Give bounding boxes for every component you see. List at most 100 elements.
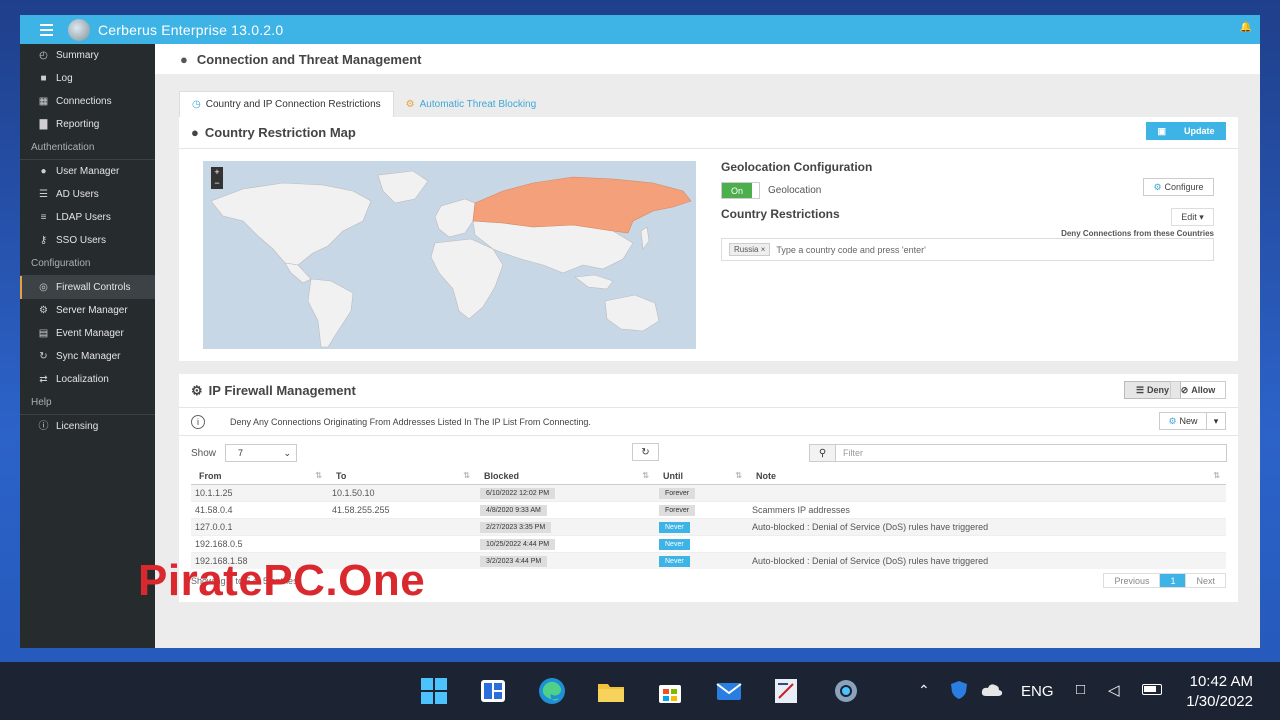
sidebar-heading-configuration: Configuration	[20, 252, 155, 276]
sidebar-item-sync-manager[interactable]: ↻ Sync Manager	[20, 345, 155, 368]
start-icon[interactable]	[419, 676, 449, 706]
tray-chevron-up-icon[interactable]: ⌃	[918, 682, 930, 699]
pagination-page-1[interactable]: 1	[1160, 574, 1187, 587]
settings-icon[interactable]	[831, 676, 861, 706]
sort-icon: ⇅	[463, 470, 470, 480]
globe-icon: ●	[180, 51, 188, 67]
edge-browser-icon[interactable]	[537, 676, 567, 706]
tab-country-ip-restrictions[interactable]: ◷ Country and IP Connection Restrictions	[179, 91, 394, 117]
column-header-until[interactable]: Until ⇅	[655, 468, 748, 485]
notification-bell-icon[interactable]: 🔔	[1240, 22, 1252, 33]
sidebar-item-localization[interactable]: ⇄ Localization	[20, 368, 155, 391]
until-badge: Never	[659, 538, 690, 550]
sidebar-item-firewall-controls[interactable]: ◎ Firewall Controls	[20, 276, 155, 299]
column-header-to[interactable]: To ⇅	[328, 468, 476, 485]
remove-tag-icon[interactable]: ×	[761, 245, 766, 254]
table-row[interactable]: 41.58.0.4 41.58.255.255 4/8/2020 9:33 AM…	[191, 500, 1226, 518]
sidebar-item-ad-users[interactable]: ☰ AD Users	[20, 183, 155, 206]
volume-icon[interactable]: ◁	[1108, 681, 1120, 699]
firewall-info-row: i Deny Any Connections Originating From …	[179, 408, 1238, 436]
show-entries-select[interactable]: 7 ⌄	[225, 444, 297, 462]
sidebar-item-log[interactable]: ■ Log	[20, 67, 155, 90]
ip-firewall-title: IP Firewall Management	[208, 383, 356, 398]
country-restriction-header: ● Country Restriction Map ▣ Update	[179, 117, 1238, 149]
search-icon: ⚲	[809, 444, 836, 462]
battery-icon[interactable]	[1142, 684, 1162, 695]
widgets-icon[interactable]	[478, 676, 508, 706]
system-clock[interactable]: 10:42 AM 1/30/2022	[1186, 672, 1253, 712]
tab-automatic-threat-blocking[interactable]: ⚙ Automatic Threat Blocking	[394, 91, 549, 117]
info-icon: i	[191, 414, 205, 429]
world-map[interactable]: + −	[203, 161, 696, 349]
security-shield-icon[interactable]	[950, 680, 968, 700]
file-explorer-icon[interactable]	[596, 676, 626, 706]
transfer-icon: ⇄	[39, 374, 48, 385]
database-icon: ≡	[40, 212, 47, 223]
app-icon[interactable]	[771, 676, 801, 706]
caret-down-icon[interactable]: ▾	[1207, 416, 1225, 427]
clock-date: 1/30/2022	[1186, 693, 1253, 710]
new-rule-button[interactable]: ⚙ New ▾	[1159, 412, 1226, 430]
blocked-date-badge: 2/27/2023 3:35 PM	[480, 521, 552, 533]
geolocation-toggle[interactable]: On	[721, 182, 760, 199]
tab-bar: ◷ Country and IP Connection Restrictions …	[179, 91, 548, 117]
network-icon[interactable]: □	[1076, 681, 1085, 698]
app-window: Cerberus Enterprise 13.0.2.0 🔔 ◴ Summary …	[20, 15, 1260, 648]
sidebar-item-user-manager[interactable]: ● User Manager	[20, 160, 155, 183]
sidebar-item-summary[interactable]: ◴ Summary	[20, 44, 155, 67]
filter-input[interactable]: Filter	[836, 444, 1227, 462]
ip-firewall-header: ⚙ IP Firewall Management ☰ Deny ⊘ Allow	[179, 374, 1238, 408]
configure-button[interactable]: ⚙ Configure	[1143, 178, 1214, 196]
column-header-note[interactable]: Note ⇅	[748, 468, 1226, 485]
chevron-down-icon: ⌄	[283, 447, 291, 458]
sidebar-item-ldap-users[interactable]: ≡ LDAP Users	[20, 206, 155, 229]
blocked-date-badge: 4/8/2020 9:33 AM	[480, 504, 547, 516]
ip-rules-table: From ⇅ To ⇅ Blocked ⇅ Until ⇅ Note ⇅ 10.1.1.2…	[191, 468, 1226, 569]
refresh-icon: ↻	[641, 446, 650, 458]
calendar-icon: ▤	[38, 328, 49, 339]
country-tag: Russia ×	[729, 243, 771, 256]
clock-time: 10:42 AM	[1189, 673, 1253, 690]
show-entries-label: Show	[191, 448, 217, 459]
taskbar: ⌃ ENG □ ◁ 10:42 AM 1/30/2022	[0, 662, 1280, 720]
sidebar-item-licensing[interactable]: ⓘ Licensing	[20, 415, 155, 438]
sidebar-item-connections[interactable]: ▦ Connections	[20, 90, 155, 113]
pagination-previous[interactable]: Previous	[1104, 574, 1161, 587]
table-row[interactable]: 192.168.0.5 10/25/2022 4:44 PM Never	[191, 534, 1226, 552]
sort-icon: ⇅	[735, 470, 742, 480]
hamburger-menu-icon[interactable]	[40, 23, 60, 36]
country-tag-input[interactable]: Russia × Type a country code and press '…	[721, 238, 1214, 261]
store-icon[interactable]	[655, 676, 685, 706]
zoom-out-button[interactable]: −	[211, 178, 223, 189]
onedrive-cloud-icon[interactable]	[981, 683, 1003, 697]
language-indicator[interactable]: ENG	[1021, 683, 1054, 700]
dashboard-icon: ◴	[39, 50, 48, 61]
blocked-date-badge: 3/2/2023 4:44 PM	[480, 555, 548, 567]
pagination-next[interactable]: Next	[1186, 574, 1225, 587]
table-row[interactable]: 127.0.0.1 2/27/2023 3:35 PM Never Auto-b…	[191, 517, 1226, 535]
sidebar-item-server-manager[interactable]: ⚙ Server Manager	[20, 299, 155, 322]
sort-icon: ⇅	[642, 470, 649, 480]
sidebar-item-reporting[interactable]: ▇ Reporting	[20, 113, 155, 136]
list-icon: ☰	[1135, 384, 1145, 395]
gear-icon: ⚙	[1153, 181, 1162, 192]
globe-icon: ◎	[39, 282, 48, 293]
zoom-in-button[interactable]: +	[211, 167, 223, 178]
country-restriction-panel: ● Country Restriction Map ▣ Update + − G…	[179, 117, 1238, 361]
table-row[interactable]: 10.1.1.25 10.1.50.10 6/10/2022 12:02 PM …	[191, 483, 1226, 501]
sort-icon: ⇅	[315, 470, 322, 480]
column-header-blocked[interactable]: Blocked ⇅	[476, 468, 655, 485]
log-icon: ■	[40, 73, 47, 84]
column-header-from[interactable]: From ⇅	[191, 468, 328, 485]
country-restrictions-title: Country Restrictions	[721, 207, 840, 221]
update-button[interactable]: ▣ Update	[1146, 122, 1226, 140]
allow-mode-button[interactable]: ⊘ Allow	[1170, 381, 1226, 399]
clock-icon: ◷	[192, 99, 201, 110]
sidebar-item-sso-users[interactable]: ⚷ SSO Users	[20, 229, 155, 252]
sidebar-item-event-manager[interactable]: ▤ Event Manager	[20, 322, 155, 345]
edit-dropdown-button[interactable]: Edit ▾	[1171, 208, 1214, 226]
bar-chart-icon: ▇	[39, 119, 48, 130]
refresh-button[interactable]: ↻	[632, 443, 659, 461]
list-icon: ☰	[39, 189, 48, 200]
mail-icon[interactable]	[714, 676, 744, 706]
